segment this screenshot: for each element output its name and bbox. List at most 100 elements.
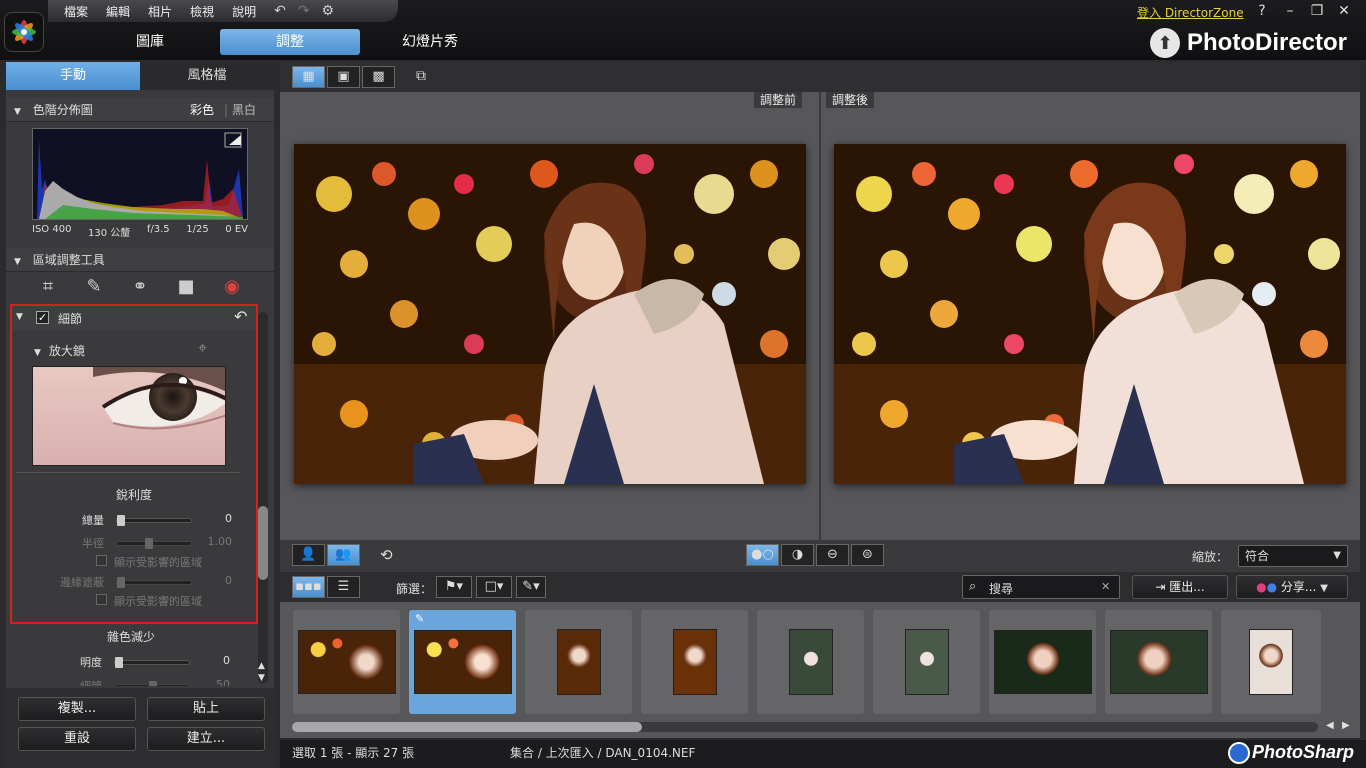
search-input[interactable]: 搜尋	[989, 580, 1013, 597]
show-affected-checkbox-2[interactable]	[96, 594, 107, 605]
crosshair-icon[interactable]: ⌖	[198, 338, 207, 358]
left-scrollbar-thumb[interactable]	[258, 506, 268, 580]
noise-detail-slider-knob[interactable]	[149, 681, 157, 686]
amount-slider[interactable]	[116, 515, 192, 526]
tab-adjust[interactable]: 調整	[220, 29, 360, 55]
tab-library[interactable]: 圖庫	[80, 29, 220, 55]
menu-file[interactable]: 檔案	[64, 3, 88, 20]
menu-edit[interactable]: 編輯	[106, 3, 130, 20]
gradient-icon[interactable]: ⚭	[128, 276, 152, 300]
before-photo[interactable]	[294, 144, 806, 484]
edge-mask-slider[interactable]	[116, 577, 192, 588]
zoom-value: 符合	[1245, 549, 1270, 563]
app-logo-icon[interactable]	[4, 12, 44, 52]
gear-icon[interactable]: ⚙	[322, 3, 335, 19]
thumbnail-selected[interactable]: ✎	[409, 610, 516, 714]
undo-icon[interactable]: ↶	[274, 3, 286, 19]
sharpness-title: 銳利度	[115, 488, 152, 502]
radius-slider[interactable]	[116, 538, 192, 549]
collapse-triangle-icon: ▼	[16, 312, 23, 322]
show-affected-checkbox-1[interactable]	[96, 555, 107, 566]
clear-search-icon[interactable]: ✕	[1101, 580, 1110, 593]
amount-slider-knob[interactable]	[117, 515, 125, 526]
filmstrip-scrollbar-thumb[interactable]	[292, 722, 642, 732]
copy-button[interactable]: 複製...	[18, 697, 136, 721]
paste-button[interactable]: 貼上	[147, 697, 265, 721]
show-affected-row-2[interactable]: 顯示受影響的區域	[96, 593, 202, 609]
thumbnail[interactable]	[641, 610, 748, 714]
thumbnail[interactable]	[989, 610, 1096, 714]
thumbnail[interactable]	[873, 610, 980, 714]
compare-top-bottom-icon[interactable]: ⊖	[816, 544, 849, 566]
second-display-icon[interactable]: ⧉	[416, 68, 426, 84]
thumbnail[interactable]	[1105, 610, 1212, 714]
filmstrip-scrollbar[interactable]	[292, 722, 1318, 732]
thumbnail[interactable]	[1221, 610, 1321, 714]
create-button[interactable]: 建立...	[147, 727, 265, 751]
scroll-right-icon[interactable]: ▶	[1342, 720, 1350, 731]
menu-photo[interactable]: 相片	[148, 3, 172, 20]
thumbnail[interactable]	[525, 610, 632, 714]
detail-title: 細節	[58, 312, 83, 326]
show-affected-row-1[interactable]: 顯示受影響的區域	[96, 554, 202, 570]
close-icon[interactable]: ✕	[1332, 3, 1356, 19]
brush-icon[interactable]: ✎	[82, 276, 106, 300]
thumbnail[interactable]	[293, 610, 400, 714]
grid-view-icon[interactable]: ▩	[362, 66, 395, 88]
regional-tools-header[interactable]: ▼ 區域調整工具	[6, 248, 274, 272]
luminance-slider[interactable]	[114, 657, 190, 668]
help-button[interactable]: ?	[1250, 3, 1274, 19]
compare-split-v-icon[interactable]: ◑	[781, 544, 814, 566]
compare-side-icon[interactable]: ●○	[746, 544, 779, 566]
histogram-bw-toggle[interactable]: 黑白	[232, 98, 256, 122]
amount-label: 總量	[82, 514, 104, 527]
directorzone-login-link[interactable]: 登入 DirectorZone	[1137, 4, 1244, 21]
histogram-header[interactable]: ▼ 色階分佈圖 彩色 | 黑白	[6, 98, 274, 122]
luminance-slider-knob[interactable]	[115, 657, 123, 668]
scroll-arrows[interactable]: ▲ ▼	[258, 660, 265, 684]
reset-section-icon[interactable]: ↶	[234, 307, 247, 326]
redeye-icon[interactable]: ◉	[220, 276, 244, 300]
single-view-icon[interactable]: ▣	[327, 66, 360, 88]
tab-manual[interactable]: 手動	[6, 62, 140, 90]
filmstrip-view-icon[interactable]: ▪▪▪	[292, 576, 325, 598]
share-button[interactable]: ●● 分享... ▼	[1236, 575, 1348, 599]
reset-button[interactable]: 重設	[18, 727, 136, 751]
search-box[interactable]: ⌕ 搜尋 ✕	[962, 575, 1120, 599]
histogram-color-toggle[interactable]: 彩色	[190, 98, 214, 122]
compare-split-h-icon[interactable]: ⊜	[851, 544, 884, 566]
tab-presets[interactable]: 風格檔	[140, 62, 274, 90]
list-view-icon[interactable]: ☰	[327, 576, 360, 598]
radial-icon[interactable]: ■	[174, 276, 198, 300]
scroll-left-icon[interactable]: ◀	[1326, 720, 1334, 731]
zoom-select[interactable]: 符合 ▼	[1238, 545, 1348, 567]
rotate-list-icon[interactable]: ⟲	[380, 546, 393, 564]
edge-mask-value: 0	[225, 574, 232, 587]
single-face-icon[interactable]: 👤	[292, 544, 325, 566]
magnifier-header[interactable]: ▼ 放大鏡	[34, 342, 85, 359]
edit-filter-icon[interactable]: ✎▾	[516, 576, 546, 598]
redo-icon[interactable]: ↷	[298, 3, 310, 19]
thumbnail[interactable]	[757, 610, 864, 714]
export-button[interactable]: ⇥ 匯出...	[1132, 575, 1228, 599]
radius-slider-knob[interactable]	[145, 538, 153, 549]
edge-mask-slider-knob[interactable]	[117, 577, 125, 588]
color-label-filter-icon[interactable]: □▾	[476, 576, 512, 598]
multi-face-icon[interactable]: 👥	[327, 544, 360, 566]
upgrade-icon[interactable]: ⬆	[1150, 28, 1180, 58]
restore-icon[interactable]: ❐	[1305, 3, 1329, 19]
crop-icon[interactable]: ⌗	[36, 276, 60, 300]
noise-detail-slider[interactable]	[114, 681, 190, 686]
minimize-icon[interactable]: –	[1278, 3, 1302, 19]
detail-header[interactable]: ▼ ✓ 細節 ↶	[12, 306, 256, 330]
after-photo[interactable]	[834, 144, 1346, 484]
compare-view-icon[interactable]: ▦	[292, 66, 325, 88]
flag-filter-icon[interactable]: ⚑▾	[436, 576, 472, 598]
tab-slideshow[interactable]: 幻燈片秀	[360, 29, 500, 55]
menu-help[interactable]: 說明	[232, 3, 256, 20]
menu-view[interactable]: 檢視	[190, 3, 214, 20]
exif-aperture: f/3.5	[146, 224, 170, 235]
detail-enable-checkbox[interactable]: ✓	[36, 311, 49, 324]
left-scrollbar[interactable]	[258, 312, 268, 684]
magnifier-preview	[32, 366, 226, 466]
